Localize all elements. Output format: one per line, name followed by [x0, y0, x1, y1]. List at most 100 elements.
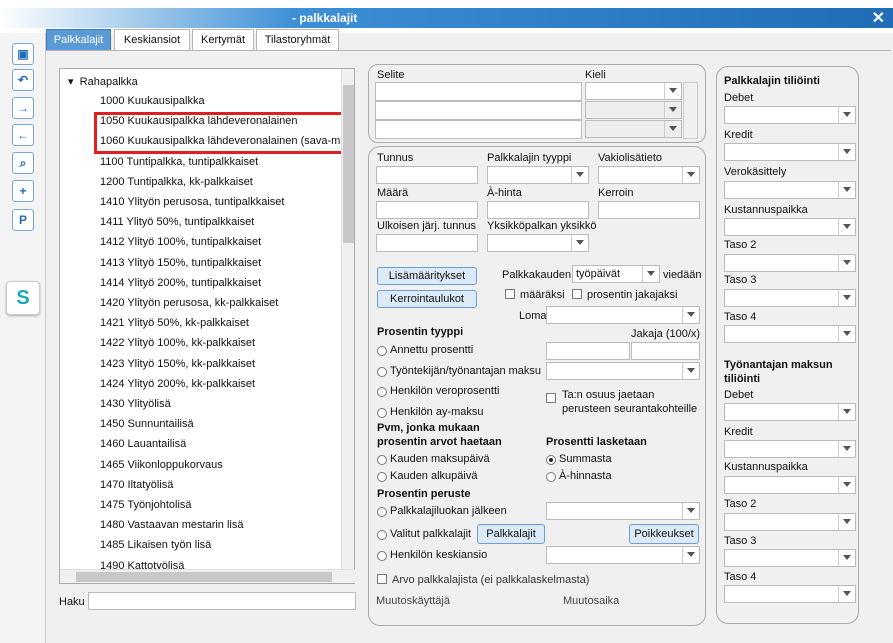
maara-input[interactable] — [376, 201, 478, 219]
lisamaaritykset-button[interactable]: Lisämääritykset — [377, 267, 477, 285]
palkkalaji-tree[interactable]: ▾ Rahapalkka 1000 Kuukausipalkka 1050 Kuu… — [59, 68, 356, 584]
tree-item[interactable]: 1480 Vastaavan mestarin lisä — [100, 519, 244, 531]
loma-select[interactable] — [546, 306, 700, 324]
tree-item[interactable]: 1421 Ylityö 50%, kk-palkkaiset — [100, 317, 249, 329]
undo-icon[interactable]: ↶ — [12, 69, 34, 91]
tree-item[interactable]: 1424 Ylityö 200%, kk-palkkaiset — [100, 378, 255, 390]
tree-root[interactable]: ▾ Rahapalkka — [68, 75, 138, 88]
keskiansio-select[interactable] — [546, 546, 700, 564]
tiliointi-select[interactable] — [724, 440, 856, 458]
selite-input[interactable] — [375, 82, 582, 101]
viedaan-label: viedään — [663, 269, 702, 281]
add-doc-icon[interactable]: + — [12, 180, 34, 202]
tree-item[interactable]: 1470 Iltatyölisä — [100, 479, 173, 491]
tree-item[interactable]: 1100 Tuntipalkka, tuntipalkkaiset — [100, 156, 258, 168]
valitut-label: Valitut palkkalajit — [390, 528, 472, 540]
kieli-select[interactable] — [585, 120, 682, 138]
tiliointi-select[interactable] — [724, 585, 856, 603]
pvm-heading-1: Pvm, jonka mukaan — [377, 422, 480, 434]
tree-item[interactable]: 1413 Ylityö 150%, tuntipalkkaiset — [100, 257, 261, 269]
prosentti-input[interactable] — [546, 342, 630, 360]
tab-kertymat[interactable]: Kertymät — [192, 29, 254, 51]
ahinnasta-radio[interactable] — [546, 472, 556, 482]
tiliointi-select[interactable] — [724, 403, 856, 421]
poikkeukset-button[interactable]: Poikkeukset — [629, 524, 699, 544]
tiliointi-select[interactable] — [724, 549, 856, 567]
tree-item[interactable]: 1412 Ylityö 100%, tuntipalkkaiset — [100, 236, 261, 248]
tree-item[interactable]: 1460 Lauantailisä — [100, 438, 186, 450]
ta-osuus-checkbox[interactable] — [546, 393, 556, 403]
arvo-checkbox[interactable] — [377, 574, 387, 584]
keskiansio-radio[interactable] — [377, 551, 387, 561]
tiliointi-select[interactable] — [724, 325, 856, 343]
back-icon[interactable]: ← — [12, 124, 34, 146]
kieli-select[interactable] — [585, 101, 682, 119]
forward-icon[interactable]: → — [12, 97, 34, 119]
tyyppi-select[interactable] — [487, 166, 589, 184]
selite-input[interactable] — [375, 120, 582, 139]
close-icon[interactable]: ✕ — [872, 8, 885, 28]
tab-keskiansiot[interactable]: Keskiansiot — [114, 29, 190, 51]
tree-item[interactable]: 1410 Ylityön perusosa, tuntipalkkaiset — [100, 196, 284, 208]
vakio-select[interactable] — [598, 166, 700, 184]
maksu-select[interactable] — [546, 362, 700, 380]
tree-item[interactable]: 1423 Ylityö 150%, kk-palkkaiset — [100, 358, 255, 370]
palkkakauden-label: Palkkakauden — [502, 269, 572, 281]
tiliointi-select[interactable] — [724, 513, 856, 531]
tunnus-input[interactable] — [376, 166, 478, 184]
annettu-prosentti-radio[interactable] — [377, 346, 387, 356]
palkkalajiluokka-select[interactable] — [546, 502, 700, 520]
veroprosentti-radio[interactable] — [377, 387, 387, 397]
tiliointi-select[interactable] — [724, 476, 856, 494]
tiliointi-select[interactable] — [724, 143, 856, 161]
tree-item[interactable]: 1485 Likaisen työn lisä — [100, 539, 211, 551]
summasta-radio[interactable] — [546, 455, 556, 465]
save-icon[interactable]: ▣ — [12, 43, 34, 65]
vertical-scrollbar[interactable] — [341, 69, 354, 569]
maaraksi-checkbox[interactable] — [505, 289, 515, 299]
expand-icon[interactable]: ▾ — [68, 76, 74, 88]
tree-item[interactable]: 1465 Viikonloppukorvaus — [100, 459, 223, 471]
p-button[interactable]: P — [12, 209, 34, 231]
selite-scrollbar[interactable] — [683, 82, 698, 139]
tiliointi-select[interactable] — [724, 254, 856, 272]
palkkalajit-button[interactable]: Palkkalajit — [477, 524, 545, 544]
tree-item[interactable]: 1430 Ylityölisä — [100, 398, 171, 410]
tree-item[interactable]: 1420 Ylityön perusosa, kk-palkkaiset — [100, 297, 278, 309]
palkkakauden-select[interactable]: työpäivät — [572, 265, 660, 283]
ay-maksu-radio[interactable] — [377, 408, 387, 418]
tree-item[interactable]: 1411 Ylityö 50%, tuntipalkkaiset — [100, 216, 254, 228]
ahinta-label: À-hinta — [487, 187, 522, 199]
horizontal-scrollbar[interactable] — [60, 569, 356, 583]
tiliointi-select[interactable] — [724, 181, 856, 199]
yksikko-label: Yksikköpalkan yksikkö — [487, 220, 597, 232]
jakaja-input[interactable] — [631, 342, 700, 360]
search-icon[interactable]: ⌕ — [12, 152, 34, 174]
prosentin-jakajaksi-checkbox[interactable] — [572, 289, 582, 299]
ulkoinen-input[interactable] — [376, 234, 478, 252]
kieli-select[interactable] — [585, 82, 682, 100]
tree-item[interactable]: 1414 Ylityö 200%, tuntipalkkaiset — [100, 277, 261, 289]
tree-item[interactable]: 1450 Sunnuntailisä — [100, 418, 194, 430]
search-input[interactable] — [88, 592, 356, 610]
alkupaiva-radio[interactable] — [377, 472, 387, 482]
palkkalajiluokan-radio[interactable] — [377, 507, 387, 517]
tiliointi-select[interactable] — [724, 106, 856, 124]
tree-item[interactable]: 1000 Kuukausipalkka — [100, 95, 205, 107]
tab-tilastoryhmat[interactable]: Tilastoryhmät — [256, 29, 339, 51]
kerrointaulukot-button[interactable]: Kerrointaulukot — [377, 290, 477, 308]
tiliointi-select[interactable] — [724, 218, 856, 236]
tree-item[interactable]: 1475 Työnjohtolisä — [100, 499, 192, 511]
selite-input[interactable] — [375, 101, 582, 120]
yksikko-select[interactable] — [487, 234, 589, 252]
valitut-radio[interactable] — [377, 530, 387, 540]
tab-palkkalajit[interactable]: Palkkalajit — [46, 29, 111, 51]
maksupaiva-radio[interactable] — [377, 455, 387, 465]
ahinta-input[interactable] — [487, 201, 589, 219]
kerroin-input[interactable] — [598, 201, 700, 219]
tyontekija-radio[interactable] — [377, 367, 387, 377]
tiliointi-label: Taso 4 — [724, 311, 757, 323]
tiliointi-select[interactable] — [724, 289, 856, 307]
tree-item[interactable]: 1200 Tuntipalkka, kk-palkkaiset — [100, 176, 253, 188]
tree-item[interactable]: 1422 Ylityö 100%, kk-palkkaiset — [100, 337, 255, 349]
